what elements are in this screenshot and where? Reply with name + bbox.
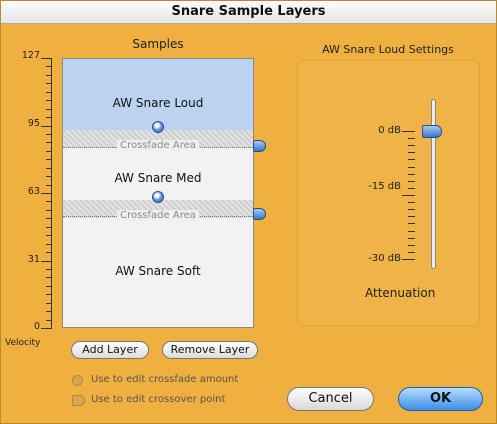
velocity-minor-tick [46, 252, 52, 253]
attenuation-minor-tick [408, 223, 415, 224]
layer-loud-name[interactable]: AW Snare Loud [63, 96, 253, 110]
attenuation-label: Attenuation [365, 286, 436, 300]
attenuation-minor-tick [408, 188, 415, 189]
samples-title: Samples [132, 37, 184, 51]
velocity-major-tick [41, 58, 52, 59]
velocity-minor-tick [46, 185, 52, 186]
dialog-window: Snare Sample Layers Samples 127 95 63 31… [0, 0, 497, 424]
velocity-minor-tick [46, 83, 52, 84]
attenuation-major-tick [402, 195, 415, 196]
velocity-minor-tick [46, 92, 52, 93]
velocity-major-tick [41, 261, 52, 262]
velocity-minor-tick [46, 151, 52, 152]
velocity-minor-tick [46, 109, 52, 110]
attenuation-minor-tick [408, 231, 415, 232]
velocity-minor-tick [46, 320, 52, 321]
window-title: Snare Sample Layers [1, 1, 496, 24]
velocity-minor-tick [46, 210, 52, 211]
crossover-legend-text: Use to edit crossover point [91, 394, 226, 405]
attenuation-minor-tick [408, 245, 415, 246]
crossfade-knob-upper[interactable] [152, 121, 164, 133]
crossover-handle-upper[interactable] [253, 140, 266, 152]
attenuation-minor-tick [408, 138, 415, 139]
crossfade-legend-text: Use to edit crossfade amount [91, 374, 239, 385]
layer-med-name[interactable]: AW Snare Med [63, 171, 253, 185]
velocity-minor-tick [46, 269, 52, 270]
velocity-label: Velocity [5, 338, 41, 348]
attenuation-minor-tick [408, 167, 415, 168]
attenuation-minor-tick [408, 252, 415, 253]
velocity-minor-tick [46, 311, 52, 312]
velocity-minor-tick [46, 66, 52, 67]
scale-label-15db: -15 dB [368, 181, 401, 192]
attenuation-major-tick [402, 131, 415, 132]
layer-soft-name[interactable]: AW Snare Soft [63, 264, 253, 278]
attenuation-minor-tick [408, 174, 415, 175]
velocity-minor-tick [46, 117, 52, 118]
velocity-minor-tick [46, 303, 52, 304]
attenuation-minor-tick [408, 216, 415, 217]
velocity-minor-tick [46, 176, 52, 177]
add-layer-button[interactable]: Add Layer [71, 341, 149, 359]
attenuation-major-tick [402, 259, 415, 260]
velocity-major-tick [41, 126, 52, 127]
velocity-minor-tick [46, 286, 52, 287]
crossfade-knob-lower[interactable] [152, 191, 164, 203]
attenuation-minor-tick [408, 152, 415, 153]
velocity-minor-tick [46, 244, 52, 245]
velocity-minor-tick [46, 159, 52, 160]
velocity-major-tick [41, 328, 52, 329]
velocity-minor-tick [46, 201, 52, 202]
velocity-major-tick [41, 193, 52, 194]
velocity-minor-tick [46, 235, 52, 236]
axis-label-0: 0 [33, 321, 40, 332]
scale-label-30db: -30 dB [368, 253, 401, 264]
velocity-minor-tick [46, 100, 52, 101]
velocity-minor-tick [46, 134, 52, 135]
velocity-minor-tick [46, 142, 52, 143]
axis-label-95: 95 [27, 118, 40, 129]
velocity-minor-tick [46, 227, 52, 228]
axis-label-127: 127 [21, 50, 40, 61]
crossover-handle-lower[interactable] [253, 208, 266, 220]
velocity-minor-tick [46, 75, 52, 76]
velocity-minor-tick [46, 218, 52, 219]
attenuation-minor-tick [408, 238, 415, 239]
attenuation-minor-tick [408, 159, 415, 160]
axis-label-63: 63 [27, 186, 40, 197]
axis-label-31: 31 [27, 254, 40, 265]
velocity-minor-tick [46, 277, 52, 278]
settings-title: AW Snare Loud Settings [322, 43, 454, 56]
attenuation-slider-thumb[interactable] [422, 125, 442, 138]
crossover-legend-icon [72, 395, 85, 406]
crossfade-label-upper: Crossfade Area [63, 137, 253, 155]
scale-label-0db: 0 dB [378, 125, 401, 136]
ok-button[interactable]: OK [398, 387, 483, 411]
crossfade-label-lower: Crossfade Area [63, 207, 253, 225]
cancel-button[interactable]: Cancel [287, 387, 374, 411]
attenuation-minor-tick [408, 181, 415, 182]
attenuation-minor-tick [408, 202, 415, 203]
attenuation-minor-tick [408, 145, 415, 146]
remove-layer-button[interactable]: Remove Layer [162, 341, 258, 359]
crossfade-legend-icon [72, 375, 83, 386]
velocity-minor-tick [46, 294, 52, 295]
attenuation-minor-tick [408, 209, 415, 210]
velocity-minor-tick [46, 168, 52, 169]
